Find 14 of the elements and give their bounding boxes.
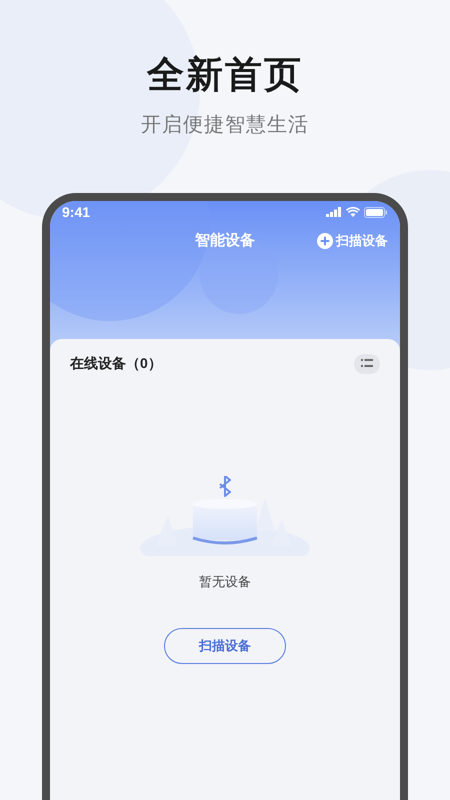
scan-device-link[interactable]: 扫描设备 xyxy=(317,231,388,251)
status-time: 9:41 xyxy=(62,202,90,222)
plus-icon xyxy=(317,233,333,249)
empty-message: 暂无设备 xyxy=(199,573,251,591)
page-headline: 全新首页 xyxy=(147,53,303,97)
list-view-button[interactable] xyxy=(354,354,380,374)
page-subheadline: 开启便捷智慧生活 xyxy=(141,113,309,138)
nav-title: 智能设备 xyxy=(195,230,255,251)
list-icon xyxy=(361,359,373,368)
signal-icon xyxy=(326,207,342,217)
wifi-icon xyxy=(346,207,360,217)
battery-icon xyxy=(364,206,388,218)
scan-device-button[interactable]: 扫描设备 xyxy=(164,628,286,664)
section-title: 在线设备（0） xyxy=(70,354,162,373)
